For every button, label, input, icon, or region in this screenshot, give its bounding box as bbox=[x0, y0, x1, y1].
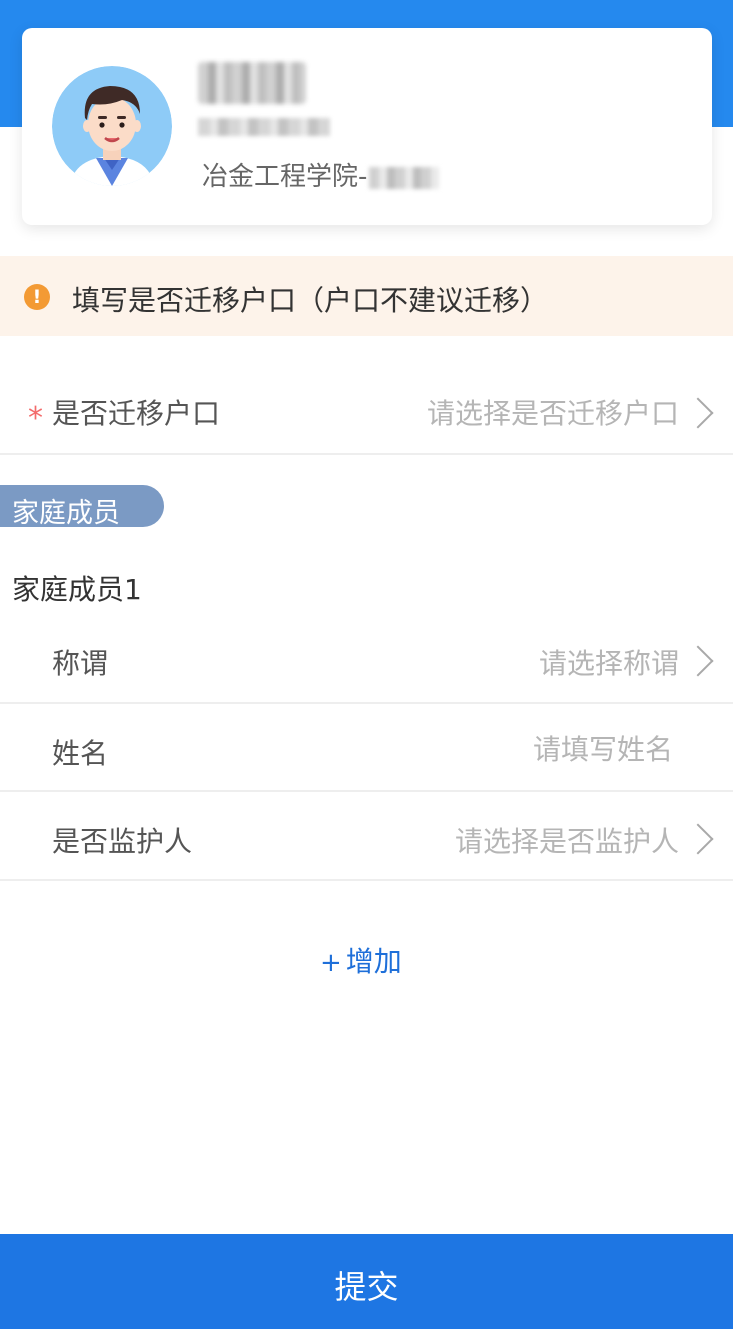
hukou-migration-select[interactable]: 是否迁移户口 请选择是否迁移户口 bbox=[0, 366, 733, 455]
hukou-migration-label: 是否迁移户口 bbox=[52, 397, 221, 430]
section-tag-label: 家庭成员 bbox=[12, 498, 120, 529]
required-mark: * bbox=[28, 401, 43, 436]
chevron-right-icon bbox=[682, 645, 714, 677]
plus-icon: + bbox=[320, 948, 342, 978]
avatar bbox=[52, 66, 172, 186]
relation-label: 称谓 bbox=[52, 647, 109, 680]
submit-label: 提交 bbox=[334, 1268, 399, 1306]
name-label: 姓名 bbox=[52, 737, 109, 770]
add-member-button[interactable]: + 增加 bbox=[320, 940, 402, 980]
guardian-label: 是否监护人 bbox=[52, 825, 193, 858]
warning-icon: ! bbox=[24, 284, 50, 310]
hukou-migration-placeholder: 请选择是否迁移户口 bbox=[426, 397, 679, 430]
major-redacted bbox=[369, 166, 440, 189]
relation-select[interactable]: 称谓 请选择称谓 bbox=[0, 616, 733, 704]
guardian-select[interactable]: 是否监护人 请选择是否监护人 bbox=[0, 792, 733, 881]
guardian-placeholder: 请选择是否监护人 bbox=[454, 825, 679, 858]
chevron-right-icon bbox=[682, 823, 714, 855]
add-member-label: 增加 bbox=[345, 945, 402, 978]
student-id-redacted bbox=[198, 118, 330, 136]
profile-card: 冶金工程学院- bbox=[22, 28, 712, 225]
notice-text: 填写是否迁移户口（户口不建议迁移） bbox=[72, 284, 549, 317]
name-input-row[interactable]: 姓名 请填写姓名 bbox=[0, 704, 733, 792]
name-input[interactable]: 请填写姓名 bbox=[533, 728, 673, 768]
chevron-right-icon bbox=[682, 397, 714, 429]
relation-placeholder: 请选择称谓 bbox=[538, 647, 679, 680]
member-title: 家庭成员1 bbox=[12, 573, 142, 606]
college-name: 冶金工程学院- bbox=[202, 162, 368, 192]
college-line: 冶金工程学院- bbox=[202, 156, 440, 193]
submit-button[interactable]: 提交 bbox=[0, 1234, 733, 1329]
student-name-redacted bbox=[198, 62, 306, 104]
section-tag-family: 家庭成员 bbox=[0, 485, 164, 529]
